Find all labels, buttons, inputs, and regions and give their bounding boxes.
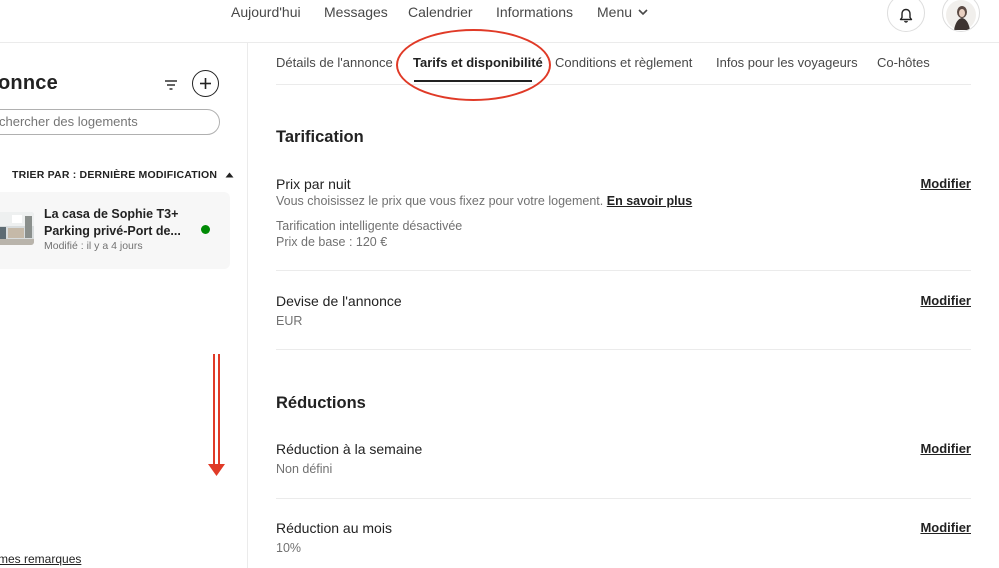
listings-sidebar: onnce TRIER PAR : DERNIÈRE MODIFICATION — [0, 42, 248, 568]
listing-modified-date: Modifié : il y a 4 jours — [44, 240, 143, 252]
smart-pricing-status: Tarification intelligente désactivée — [276, 219, 463, 233]
nav-today-link[interactable]: Aujourd'hui — [231, 4, 301, 20]
scroll-down-annotation-arrow — [207, 354, 227, 484]
nav-menu-dropdown[interactable]: Menu — [597, 4, 648, 20]
nav-insights-link[interactable]: Informations — [496, 4, 573, 20]
double-arrow-down-icon — [208, 354, 225, 476]
listing-name-line1: La casa de Sophie T3+ — [44, 207, 179, 221]
menu-label: Menu — [597, 4, 633, 20]
monthly-discount-label: Réduction au mois — [276, 520, 392, 536]
profile-avatar[interactable] — [942, 0, 980, 32]
listing-card[interactable]: La casa de Sophie T3+ Parking privé-Port… — [0, 192, 230, 269]
sidebar-title: onnce — [0, 72, 58, 94]
filter-icon — [165, 80, 177, 90]
add-listing-button[interactable] — [192, 70, 219, 97]
divider — [276, 349, 971, 350]
divider — [276, 270, 971, 271]
tab-policies-rules[interactable]: Conditions et règlement — [555, 55, 692, 70]
tab-pricing-availability[interactable]: Tarifs et disponibilité — [413, 55, 543, 70]
plus-icon — [200, 78, 211, 89]
modify-weekly-discount-link[interactable]: Modifier — [920, 441, 971, 456]
filter-button[interactable] — [161, 77, 181, 93]
nav-calendar-link[interactable]: Calendrier — [408, 4, 473, 20]
nightly-price-description-text: Vous choisissez le prix que vous fixez p… — [276, 194, 604, 208]
chevron-down-icon — [638, 8, 648, 15]
sort-label-text: TRIER PAR : DERNIÈRE MODIFICATION — [12, 169, 218, 181]
nav-messages-link[interactable]: Messages — [324, 4, 388, 20]
tab-listing-details[interactable]: Détails de l'annonce — [276, 55, 393, 70]
weekly-discount-label: Réduction à la semaine — [276, 441, 423, 457]
divider — [276, 498, 971, 499]
sort-dropdown[interactable]: TRIER PAR : DERNIÈRE MODIFICATION — [12, 169, 234, 181]
modify-currency-link[interactable]: Modifier — [920, 293, 971, 308]
feedback-link[interactable]: mes remarques — [0, 552, 81, 566]
tab-guest-info[interactable]: Infos pour les voyageurs — [716, 55, 858, 70]
learn-more-link[interactable]: En savoir plus — [607, 194, 692, 208]
tab-co-hosts[interactable]: Co-hôtes — [877, 55, 930, 70]
avatar-photo-icon — [946, 0, 976, 30]
search-listings-field[interactable] — [0, 109, 220, 135]
listing-photo-icon — [0, 212, 34, 245]
monthly-discount-value: 10% — [276, 541, 302, 555]
caret-up-icon — [225, 172, 234, 178]
modify-nightly-price-link[interactable]: Modifier — [920, 176, 971, 191]
active-tab-underline — [414, 80, 532, 82]
listing-name-line2: Parking privé-Port de... — [44, 224, 181, 238]
listing-name: La casa de Sophie T3+ Parking privé-Port… — [44, 206, 184, 240]
notifications-button[interactable] — [887, 0, 925, 32]
listing-status-indicator — [201, 225, 210, 234]
top-navigation: Aujourd'hui Messages Calendrier Informat… — [0, 0, 999, 43]
currency-value: EUR — [276, 314, 303, 328]
modify-monthly-discount-link[interactable]: Modifier — [920, 520, 971, 535]
bell-icon — [899, 8, 913, 23]
discounts-section-title: Réductions — [276, 394, 366, 412]
nightly-price-label: Prix par nuit — [276, 176, 351, 192]
listing-thumbnail — [0, 212, 34, 245]
listing-editor-main: Détails de l'annonce Tarifs et disponibi… — [248, 29, 999, 568]
pricing-section-title: Tarification — [276, 128, 364, 146]
weekly-discount-value: Non défini — [276, 462, 333, 476]
currency-label: Devise de l'annonce — [276, 293, 402, 309]
search-input[interactable] — [0, 110, 219, 132]
listing-tabs: Détails de l'annonce Tarifs et disponibi… — [276, 29, 971, 101]
base-price-value: Prix de base : 120 € — [276, 235, 388, 249]
nightly-price-description: Vous choisissez le prix que vous fixez p… — [276, 194, 692, 208]
